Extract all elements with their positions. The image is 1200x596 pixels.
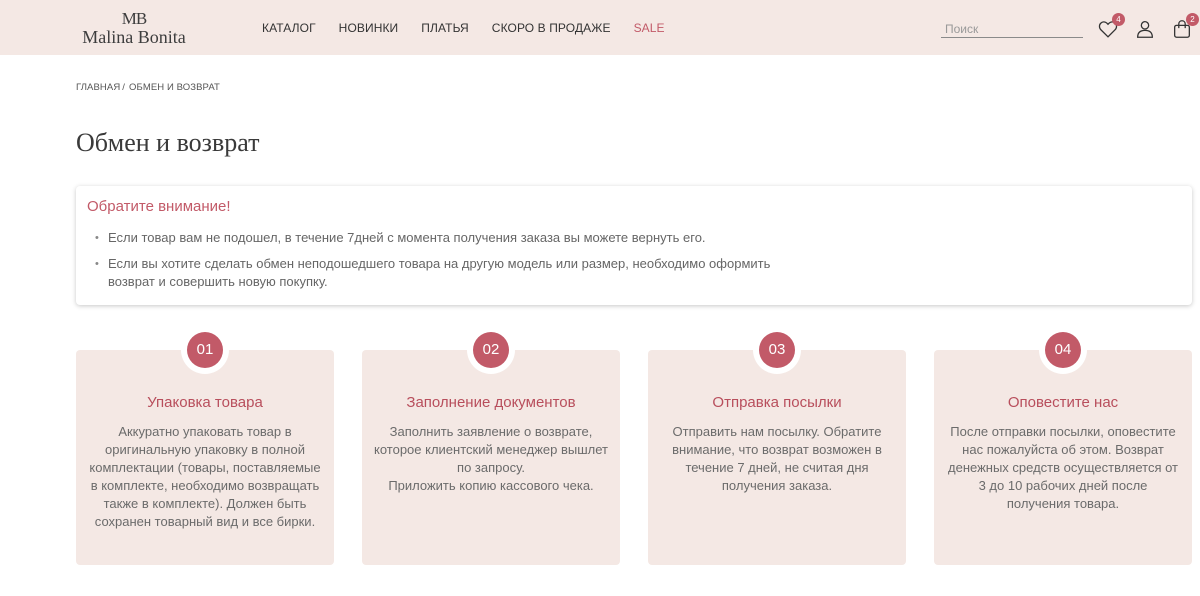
step-card-documents: Заполнение документов Заполнить заявлени… <box>362 350 620 565</box>
step-number-ring: 03 <box>753 326 801 374</box>
logo-text: Malina Bonita <box>82 27 186 47</box>
step-number-ring: 01 <box>181 326 229 374</box>
step-description: Аккуратно упаковать товар в оригинальную… <box>89 424 321 529</box>
breadcrumb-current: ОБМЕН И ВОЗВРАТ <box>129 82 220 93</box>
step-description: После отправки посылки, оповестите нас п… <box>948 424 1178 511</box>
cart-count-badge: 2 <box>1186 13 1199 26</box>
step-number: 04 <box>1045 332 1081 368</box>
breadcrumb: ГЛАВНАЯ / ОБМЕН И ВОЗВРАТ <box>76 82 220 93</box>
notice-title: Обратите внимание! <box>87 198 231 215</box>
page-title: Обмен и возврат <box>76 128 260 157</box>
step-card-shipping: Отправка посылки Отправить нам посылку. … <box>648 350 906 565</box>
step-number: 02 <box>473 332 509 368</box>
step-title: Оповестите нас <box>1007 394 1119 411</box>
step-number: 01 <box>187 332 223 368</box>
main-nav: КАТАЛОГ НОВИНКИ ПЛАТЬЯ СКОРО В ПРОДАЖЕ S… <box>262 21 688 35</box>
cart-button[interactable]: 2 <box>1171 13 1199 40</box>
step-title: Заполнение документов <box>406 394 576 411</box>
notice-item: Если товар вам не подошел, в течение 7дн… <box>95 229 815 247</box>
step-number-ring: 02 <box>467 326 515 374</box>
logo-mark: MB <box>121 9 147 28</box>
site-header: MB Malina Bonita КАТАЛОГ НОВИНКИ ПЛАТЬЯ … <box>0 0 1200 55</box>
wishlist-count-badge: 4 <box>1112 13 1125 26</box>
step-title: Отправка посылки <box>712 394 842 411</box>
notice-box: Обратите внимание! Если товар вам не под… <box>76 186 1192 305</box>
notice-list: Если товар вам не подошел, в течение 7дн… <box>95 229 815 299</box>
step-card-notify: Оповестите нас После отправки посылки, о… <box>934 350 1192 565</box>
step-number-ring: 04 <box>1039 326 1087 374</box>
breadcrumb-separator: / <box>122 82 126 93</box>
wishlist-button[interactable]: 4 <box>1097 13 1125 40</box>
nav-item-new[interactable]: НОВИНКИ <box>339 21 399 35</box>
nav-item-dresses[interactable]: ПЛАТЬЯ <box>421 21 469 35</box>
notice-item: Если вы хотите сделать обмен неподошедше… <box>95 255 815 291</box>
nav-item-catalog[interactable]: КАТАЛОГ <box>262 21 316 35</box>
breadcrumb-home[interactable]: ГЛАВНАЯ <box>76 82 120 93</box>
step-description: Отправить нам посылку. Обратите внимание… <box>672 424 882 493</box>
logo[interactable]: MB Malina Bonita <box>76 10 192 50</box>
step-number: 03 <box>759 332 795 368</box>
step-description: Заполнить заявление о возврате, которое … <box>374 424 608 493</box>
nav-item-sale[interactable]: SALE <box>634 21 665 35</box>
step-title: Упаковка товара <box>147 394 263 411</box>
step-card-packaging: Упаковка товара Аккуратно упаковать това… <box>76 350 334 565</box>
nav-item-coming-soon[interactable]: СКОРО В ПРОДАЖЕ <box>492 21 611 35</box>
account-button[interactable] <box>1134 18 1156 40</box>
user-icon <box>1134 18 1156 40</box>
search-input[interactable] <box>941 21 1083 38</box>
